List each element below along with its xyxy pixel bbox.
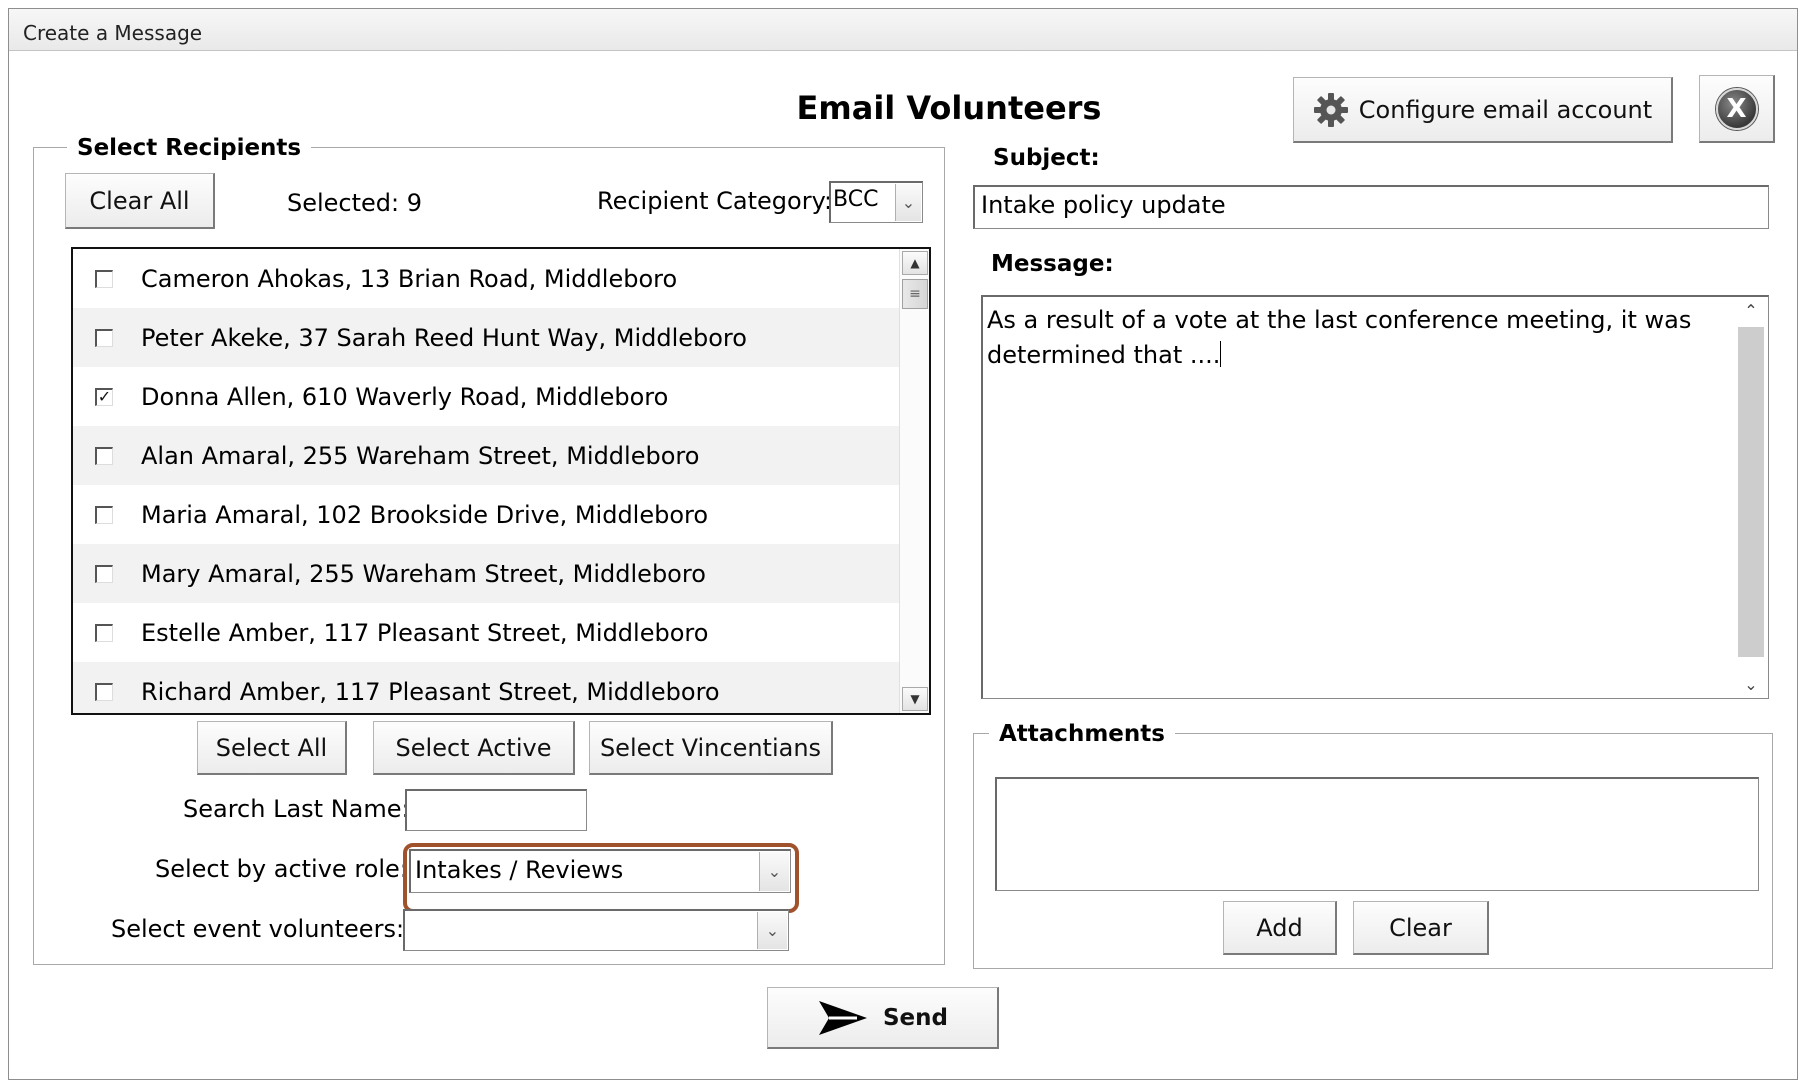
recipient-checkbox[interactable] bbox=[95, 682, 113, 701]
list-item[interactable]: Richard Amber, 117 Pleasant Street, Midd… bbox=[73, 662, 901, 713]
attachments-list[interactable] bbox=[995, 777, 1759, 891]
subject-label: Subject: bbox=[993, 145, 1100, 171]
chevron-down-icon: ⌄ bbox=[757, 912, 787, 949]
chevron-down-icon: ⌄ bbox=[759, 852, 789, 891]
select-all-button[interactable]: Select All bbox=[197, 721, 347, 775]
list-item[interactable]: Estelle Amber, 117 Pleasant Street, Midd… bbox=[73, 603, 901, 662]
select-active-button[interactable]: Select Active bbox=[373, 721, 575, 775]
recipients-list[interactable]: Cameron Ahokas, 13 Brian Road, Middlebor… bbox=[71, 247, 931, 715]
recipient-category-label: Recipient Category: bbox=[597, 187, 833, 215]
selected-count: Selected: 9 bbox=[287, 189, 423, 217]
select-vincentians-button[interactable]: Select Vincentians bbox=[589, 721, 833, 775]
recipient-checkbox[interactable] bbox=[95, 446, 113, 465]
gear-icon bbox=[1313, 92, 1349, 128]
active-role-select[interactable]: Intakes / Reviews ⌄ bbox=[409, 849, 791, 893]
recipient-checkbox[interactable] bbox=[95, 269, 113, 288]
subject-input[interactable]: Intake policy update bbox=[973, 185, 1769, 229]
create-message-window: Create a Message Email Volunteers Config… bbox=[8, 8, 1798, 1080]
recipient-label: Maria Amaral, 102 Brookside Drive, Middl… bbox=[141, 500, 709, 529]
recipient-checkbox[interactable] bbox=[95, 505, 113, 524]
recipient-label: Alan Amaral, 255 Wareham Street, Middleb… bbox=[141, 441, 700, 470]
recipient-checkbox[interactable] bbox=[95, 328, 113, 347]
message-label: Message: bbox=[991, 251, 1114, 277]
configure-email-label: Configure email account bbox=[1358, 95, 1653, 124]
list-item[interactable]: Maria Amaral, 102 Brookside Drive, Middl… bbox=[73, 485, 901, 544]
recipient-label: Richard Amber, 117 Pleasant Street, Midd… bbox=[141, 677, 720, 706]
scroll-up-icon[interactable]: ⌃ bbox=[1734, 301, 1768, 320]
recipients-scrollbar[interactable]: ▲ ≡ ▼ bbox=[899, 249, 929, 713]
list-item[interactable]: Peter Akeke, 37 Sarah Reed Hunt Way, Mid… bbox=[73, 308, 901, 367]
scroll-down-icon[interactable]: ⌄ bbox=[1734, 675, 1768, 694]
chevron-down-icon: ⌄ bbox=[895, 184, 921, 221]
scroll-up-icon[interactable]: ▲ bbox=[902, 251, 928, 275]
window-title: Create a Message bbox=[23, 21, 203, 45]
clear-all-button[interactable]: Clear All bbox=[65, 173, 215, 229]
list-item[interactable]: Alan Amaral, 255 Wareham Street, Middleb… bbox=[73, 426, 901, 485]
message-textarea[interactable]: As a result of a vote at the last confer… bbox=[981, 295, 1769, 699]
active-role-value: Intakes / Reviews bbox=[415, 856, 624, 884]
list-item[interactable]: Cameron Ahokas, 13 Brian Road, Middlebor… bbox=[73, 249, 901, 308]
send-label: Send bbox=[882, 1004, 948, 1031]
add-attachment-button[interactable]: Add bbox=[1223, 901, 1337, 955]
event-volunteers-select[interactable]: ⌄ bbox=[403, 909, 789, 951]
recipient-checkbox[interactable] bbox=[95, 623, 113, 642]
scroll-thumb[interactable]: ≡ bbox=[902, 279, 928, 309]
message-text: As a result of a vote at the last confer… bbox=[987, 306, 1692, 369]
recipient-label: Estelle Amber, 117 Pleasant Street, Midd… bbox=[141, 618, 709, 647]
send-icon bbox=[817, 997, 869, 1039]
scroll-thumb[interactable] bbox=[1738, 327, 1764, 657]
active-role-label: Select by active role: bbox=[155, 855, 408, 883]
send-button[interactable]: Send bbox=[767, 987, 999, 1049]
recipients-group-label: Select Recipients bbox=[67, 135, 312, 161]
recipient-checkbox[interactable] bbox=[95, 564, 113, 583]
list-item[interactable]: Mary Amaral, 255 Wareham Street, Middleb… bbox=[73, 544, 901, 603]
event-volunteers-label: Select event volunteers: bbox=[111, 915, 405, 943]
recipient-checkbox-checked[interactable]: ✓ bbox=[95, 387, 113, 406]
recipient-category-value: BCC bbox=[833, 187, 879, 212]
text-caret bbox=[1220, 341, 1222, 367]
configure-email-button[interactable]: Configure email account bbox=[1293, 77, 1673, 143]
scroll-down-icon[interactable]: ▼ bbox=[902, 687, 928, 711]
form-title: Email Volunteers bbox=[796, 89, 1102, 127]
recipient-category-select[interactable]: BCC ⌄ bbox=[829, 181, 923, 223]
message-scrollbar[interactable]: ⌃ ⌄ bbox=[1734, 297, 1768, 698]
search-last-name-input[interactable] bbox=[405, 789, 587, 831]
search-last-name-label: Search Last Name: bbox=[183, 795, 410, 823]
recipient-label: Mary Amaral, 255 Wareham Street, Middleb… bbox=[141, 559, 706, 588]
list-item[interactable]: ✓ Donna Allen, 610 Waverly Road, Middleb… bbox=[73, 367, 901, 426]
recipient-label: Peter Akeke, 37 Sarah Reed Hunt Way, Mid… bbox=[141, 323, 747, 352]
close-button[interactable]: X bbox=[1699, 75, 1775, 143]
attachments-group-label: Attachments bbox=[989, 721, 1175, 747]
close-icon: X bbox=[1715, 87, 1758, 130]
recipient-label: Donna Allen, 610 Waverly Road, Middlebor… bbox=[141, 382, 669, 411]
clear-attachments-button[interactable]: Clear bbox=[1353, 901, 1489, 955]
recipient-label: Cameron Ahokas, 13 Brian Road, Middlebor… bbox=[141, 264, 678, 293]
title-bar: Create a Message bbox=[9, 9, 1797, 51]
